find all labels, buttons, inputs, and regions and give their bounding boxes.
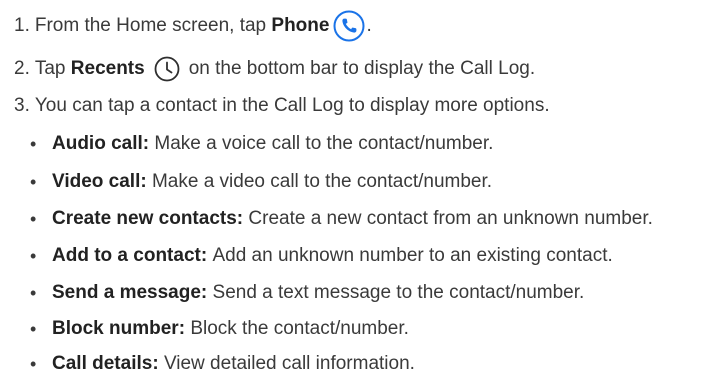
step-bold-label: Recents	[70, 58, 145, 79]
option-desc: Send a text message to the contact/numbe…	[212, 282, 585, 303]
option-audio-call: • Audio call: Make a voice call to the c…	[30, 132, 493, 156]
phone-icon	[329, 10, 366, 42]
clock-icon	[145, 56, 189, 82]
option-desc: Make a video call to the contact/number.	[151, 171, 493, 192]
step-text-end: on the bottom bar to display the Call Lo…	[188, 58, 536, 79]
option-video-call: • Video call: Make a video call to the c…	[30, 170, 492, 194]
step-text: You can tap a contact in the Call Log to…	[34, 95, 550, 116]
option-desc: Add an unknown number to an existing con…	[212, 245, 613, 266]
step-number: 3.	[14, 95, 30, 116]
option-desc: Make a voice call to the contact/number.	[154, 133, 494, 154]
option-term: Block number:	[52, 318, 186, 339]
step-number: 1.	[14, 15, 30, 36]
option-desc: Block the contact/number.	[190, 318, 409, 339]
step-text: Tap	[34, 58, 71, 79]
bullet: •	[30, 209, 37, 229]
step-1: 1. From the Home screen, tap Phone .	[14, 10, 372, 42]
option-create-new-contacts: • Create new contacts: Create a new cont…	[30, 207, 653, 231]
bullet: •	[30, 134, 37, 154]
step-text: From the Home screen, tap	[34, 15, 272, 36]
bullet: •	[30, 319, 37, 339]
step-bold-label: Phone	[271, 15, 330, 36]
step-2: 2. Tap Recents on the bottom bar to disp…	[14, 56, 535, 82]
option-term: Add to a contact:	[52, 245, 208, 266]
step-3: 3. You can tap a contact in the Call Log…	[14, 94, 550, 118]
bullet: •	[30, 283, 37, 303]
step-number: 2.	[14, 58, 30, 79]
bullet: •	[30, 354, 37, 374]
option-add-to-contact: • Add to a contact: Add an unknown numbe…	[30, 244, 613, 268]
option-term: Audio call:	[52, 133, 150, 154]
option-term: Create new contacts:	[52, 208, 244, 229]
step-end: .	[366, 15, 372, 36]
instructions-document: 1. From the Home screen, tap Phone . 2. …	[0, 0, 713, 375]
option-term: Call details:	[52, 353, 159, 374]
option-desc: Create a new contact from an unknown num…	[248, 208, 653, 229]
option-call-details: • Call details: View detailed call infor…	[30, 352, 415, 376]
bullet: •	[30, 246, 37, 266]
option-block-number: • Block number: Block the contact/number…	[30, 317, 409, 341]
bullet: •	[30, 172, 37, 192]
option-send-message: • Send a message: Send a text message to…	[30, 281, 584, 305]
option-desc: View detailed call information.	[163, 353, 415, 374]
option-term: Send a message:	[52, 282, 208, 303]
option-term: Video call:	[52, 171, 147, 192]
